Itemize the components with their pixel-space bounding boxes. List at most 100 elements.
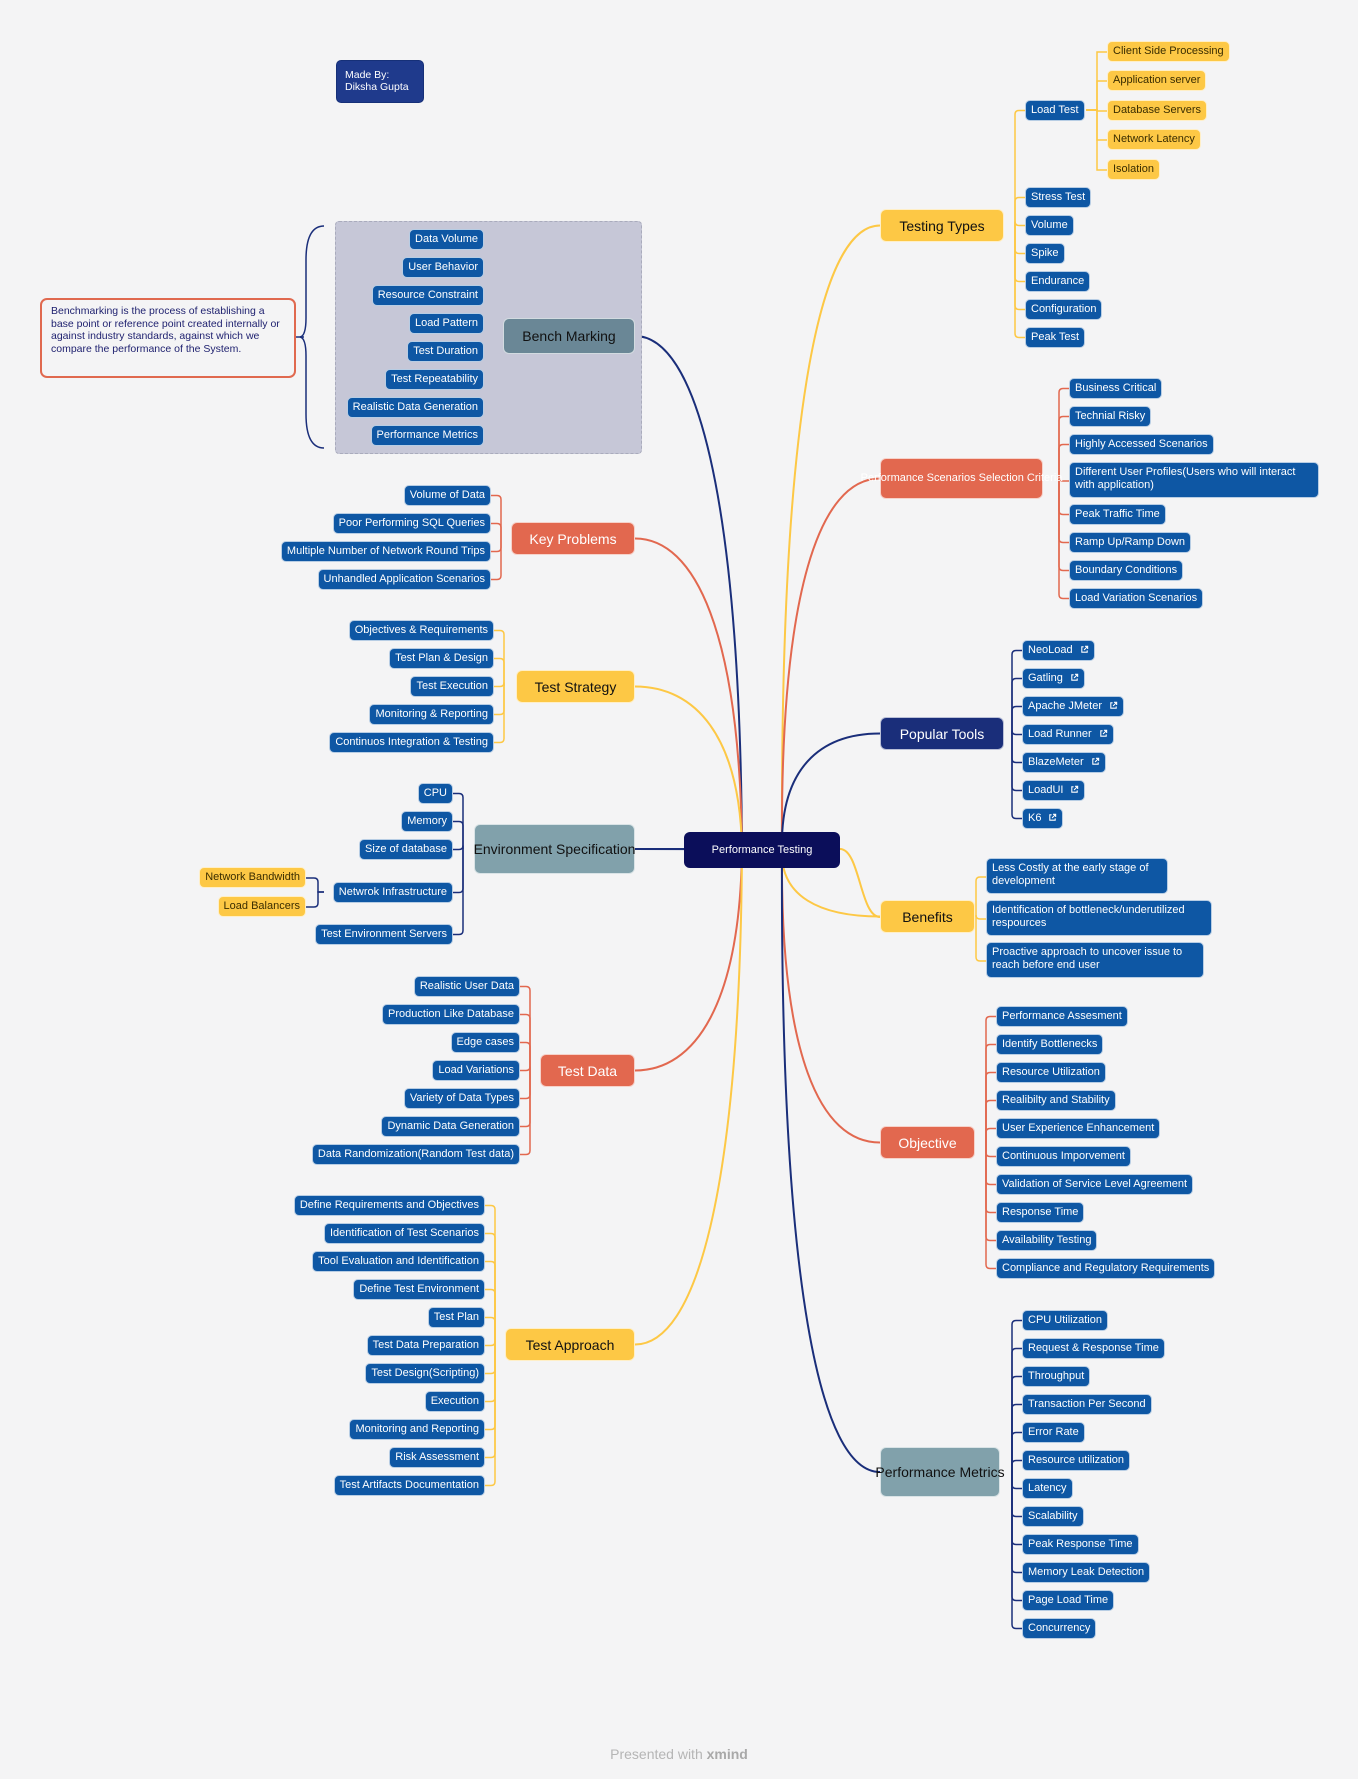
topic-boundary-conditions[interactable]: Boundary Conditions — [1069, 560, 1184, 581]
topic-availability-testing[interactable]: Availability Testing — [996, 1230, 1098, 1251]
topic-multiple-number-of-network-round-trips[interactable]: Multiple Number of Network Round Trips — [280, 541, 491, 562]
topic-define-test-environment[interactable]: Define Test Environment — [353, 1279, 485, 1300]
topic-apache-jmeter[interactable]: Apache JMeter — [1022, 696, 1124, 717]
branch-tools[interactable]: Popular Tools — [880, 717, 1004, 750]
topic-scalability[interactable]: Scalability — [1022, 1506, 1084, 1527]
branch-testing-types[interactable]: Testing Types — [880, 209, 1004, 242]
external-link-icon[interactable] — [1070, 673, 1079, 682]
topic-dynamic-data-generation[interactable]: Dynamic Data Generation — [381, 1116, 520, 1137]
topic-netwrok-infrastructure[interactable]: Netwrok Infrastructure — [332, 882, 453, 903]
topic-test-plan-design[interactable]: Test Plan & Design — [389, 648, 494, 669]
topic-realistic-user-data[interactable]: Realistic User Data — [413, 976, 520, 997]
external-link-icon[interactable] — [1099, 729, 1108, 738]
topic-test-design-scripting[interactable]: Test Design(Scripting) — [365, 1363, 485, 1384]
external-link-icon[interactable] — [1091, 757, 1100, 766]
topic-monitoring-and-reporting[interactable]: Monitoring and Reporting — [349, 1419, 485, 1440]
branch-test-data[interactable]: Test Data — [540, 1054, 635, 1087]
topic-load-test[interactable]: Load Test — [1025, 100, 1085, 121]
topic-response-time[interactable]: Response Time — [996, 1202, 1085, 1223]
branch-benefits[interactable]: Benefits — [880, 900, 975, 933]
branch-scenarios[interactable]: Performance Scenarios Selection Criteria — [861, 458, 1062, 499]
topic-cpu[interactable]: CPU — [417, 783, 453, 804]
topic-test-data-preparation[interactable]: Test Data Preparation — [366, 1335, 485, 1356]
topic-volume-of-data[interactable]: Volume of Data — [403, 485, 491, 506]
topic-load-balancers[interactable]: Load Balancers — [217, 896, 306, 917]
topic-monitoring-reporting[interactable]: Monitoring & Reporting — [369, 704, 494, 725]
topic-load-runner[interactable]: Load Runner — [1022, 724, 1114, 745]
topic-variety-of-data-types[interactable]: Variety of Data Types — [403, 1088, 520, 1109]
topic-memory[interactable]: Memory — [401, 811, 453, 832]
branch-bench-marking[interactable]: Bench Marking — [503, 318, 635, 354]
topic-ramp-up-ramp-down[interactable]: Ramp Up/Ramp Down — [1069, 532, 1192, 553]
topic-realibilty-and-stability[interactable]: Realibilty and Stability — [996, 1090, 1116, 1111]
topic-endurance[interactable]: Endurance — [1025, 271, 1091, 292]
topic-technial-risky[interactable]: Technial Risky — [1069, 406, 1152, 427]
topic-memory-leak-detection[interactable]: Memory Leak Detection — [1022, 1562, 1151, 1583]
topic-risk-assessment[interactable]: Risk Assessment — [389, 1447, 485, 1468]
topic-poor-performing-sql-queries[interactable]: Poor Performing SQL Queries — [332, 513, 491, 534]
topic-test-environment-servers[interactable]: Test Environment Servers — [315, 924, 453, 945]
topic-proactive-approach-to-uncover-issue-to-reach-before-end-user[interactable]: Proactive approach to uncover issue to r… — [986, 942, 1204, 978]
topic-latency[interactable]: Latency — [1022, 1478, 1073, 1499]
topic-data-randomization-random-test-data[interactable]: Data Randomization(Random Test data) — [311, 1144, 520, 1165]
topic-performance-assesment[interactable]: Performance Assesment — [996, 1006, 1128, 1027]
branch-objective[interactable]: Objective — [880, 1126, 975, 1159]
topic-business-critical[interactable]: Business Critical — [1069, 378, 1163, 399]
branch-environment[interactable]: Environment Specification — [474, 824, 635, 874]
topic-user-experience-enhancement[interactable]: User Experience Enhancement — [996, 1118, 1161, 1139]
topic-realistic-data-generation[interactable]: Realistic Data Generation — [346, 397, 484, 418]
topic-test-duration[interactable]: Test Duration — [407, 341, 484, 362]
topic-gatling[interactable]: Gatling — [1022, 668, 1085, 689]
external-link-icon[interactable] — [1109, 701, 1118, 710]
topic-page-load-time[interactable]: Page Load Time — [1022, 1590, 1115, 1611]
external-link-icon[interactable] — [1070, 785, 1079, 794]
topic-performance-metrics[interactable]: Performance Metrics — [370, 425, 484, 446]
topic-identification-of-test-scenarios[interactable]: Identification of Test Scenarios — [324, 1223, 485, 1244]
topic-resource-utilization[interactable]: Resource Utilization — [996, 1062, 1106, 1083]
topic-load-variations[interactable]: Load Variations — [432, 1060, 520, 1081]
topic-compliance-and-regulatory-requirements[interactable]: Compliance and Regulatory Requirements — [996, 1258, 1216, 1279]
topic-edge-cases[interactable]: Edge cases — [450, 1032, 520, 1053]
topic-peak-response-time[interactable]: Peak Response Time — [1022, 1534, 1139, 1555]
topic-resource-utilization[interactable]: Resource utilization — [1022, 1450, 1130, 1471]
topic-unhandled-application-scenarios[interactable]: Unhandled Application Scenarios — [317, 569, 491, 590]
topic-loadui[interactable]: LoadUI — [1022, 780, 1086, 801]
topic-test-artifacts-documentation[interactable]: Test Artifacts Documentation — [333, 1475, 485, 1496]
external-link-icon[interactable] — [1048, 813, 1057, 822]
topic-test-execution[interactable]: Test Execution — [410, 676, 494, 697]
topic-user-behavior[interactable]: User Behavior — [402, 257, 484, 278]
topic-concurrency[interactable]: Concurrency — [1022, 1618, 1097, 1639]
topic-size-of-database[interactable]: Size of database — [359, 839, 453, 860]
topic-k6[interactable]: K6 — [1022, 808, 1064, 829]
branch-key-problems[interactable]: Key Problems — [511, 522, 635, 555]
topic-neoload[interactable]: NeoLoad — [1022, 640, 1095, 661]
topic-production-like-database[interactable]: Production Like Database — [382, 1004, 520, 1025]
topic-test-plan[interactable]: Test Plan — [427, 1307, 485, 1328]
topic-data-volume[interactable]: Data Volume — [409, 229, 484, 250]
topic-throughput[interactable]: Throughput — [1022, 1366, 1091, 1387]
topic-continuous-imporvement[interactable]: Continuous Imporvement — [996, 1146, 1131, 1167]
topic-objectives-requirements[interactable]: Objectives & Requirements — [348, 620, 494, 641]
external-link-icon[interactable] — [1080, 645, 1089, 654]
topic-different-user-profiles-users-who-will-interact-with-application[interactable]: Different User Profiles(Users who will i… — [1069, 462, 1319, 498]
topic-volume[interactable]: Volume — [1025, 215, 1074, 236]
topic-configuration[interactable]: Configuration — [1025, 299, 1103, 320]
branch-metrics[interactable]: Performance Metrics — [875, 1447, 1005, 1497]
topic-tool-evaluation-and-identification[interactable]: Tool Evaluation and Identification — [312, 1251, 485, 1272]
topic-peak-test[interactable]: Peak Test — [1025, 327, 1086, 348]
topic-identify-bottlenecks[interactable]: Identify Bottlenecks — [996, 1034, 1104, 1055]
topic-network-latency[interactable]: Network Latency — [1107, 129, 1201, 150]
topic-blazemeter[interactable]: BlazeMeter — [1022, 752, 1106, 773]
topic-request-response-time[interactable]: Request & Response Time — [1022, 1338, 1165, 1359]
topic-isolation[interactable]: Isolation — [1107, 159, 1160, 180]
topic-validation-of-service-level-agreement[interactable]: Validation of Service Level Agreement — [996, 1174, 1194, 1195]
topic-define-requirements-and-objectives[interactable]: Define Requirements and Objectives — [293, 1195, 485, 1216]
topic-client-side-processing[interactable]: Client Side Processing — [1107, 41, 1230, 62]
central-topic[interactable]: Performance Testing — [684, 832, 840, 868]
topic-continuos-integration-testing[interactable]: Continuos Integration & Testing — [329, 732, 494, 753]
topic-error-rate[interactable]: Error Rate — [1022, 1422, 1085, 1443]
topic-transaction-per-second[interactable]: Transaction Per Second — [1022, 1394, 1152, 1415]
topic-application-server[interactable]: Application server — [1107, 70, 1207, 91]
topic-stress-test[interactable]: Stress Test — [1025, 187, 1092, 208]
topic-less-costly-at-the-early-stage-of-development[interactable]: Less Costly at the early stage of develo… — [986, 858, 1168, 894]
